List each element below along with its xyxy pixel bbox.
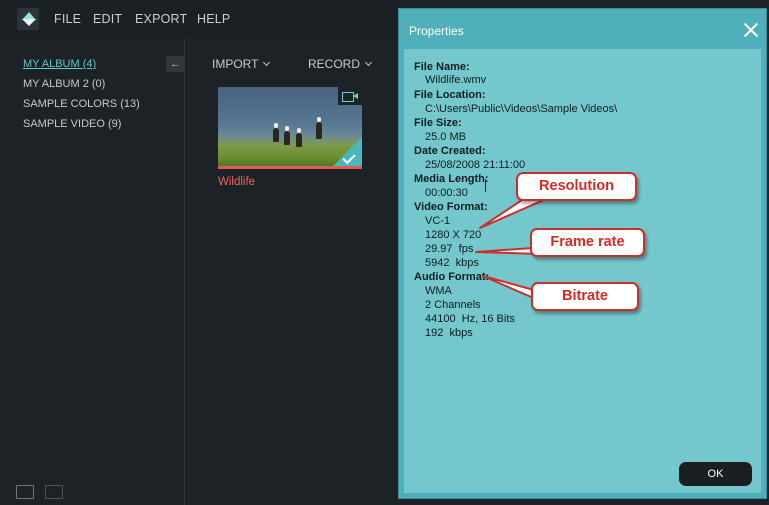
resolution-callout: Resolution (516, 172, 637, 201)
bitrate-callout: Bitrate (531, 282, 639, 311)
bitrate-pointer (482, 275, 539, 301)
frame-rate-callout: Frame rate (530, 228, 645, 257)
callout-pointers (475, 195, 547, 301)
